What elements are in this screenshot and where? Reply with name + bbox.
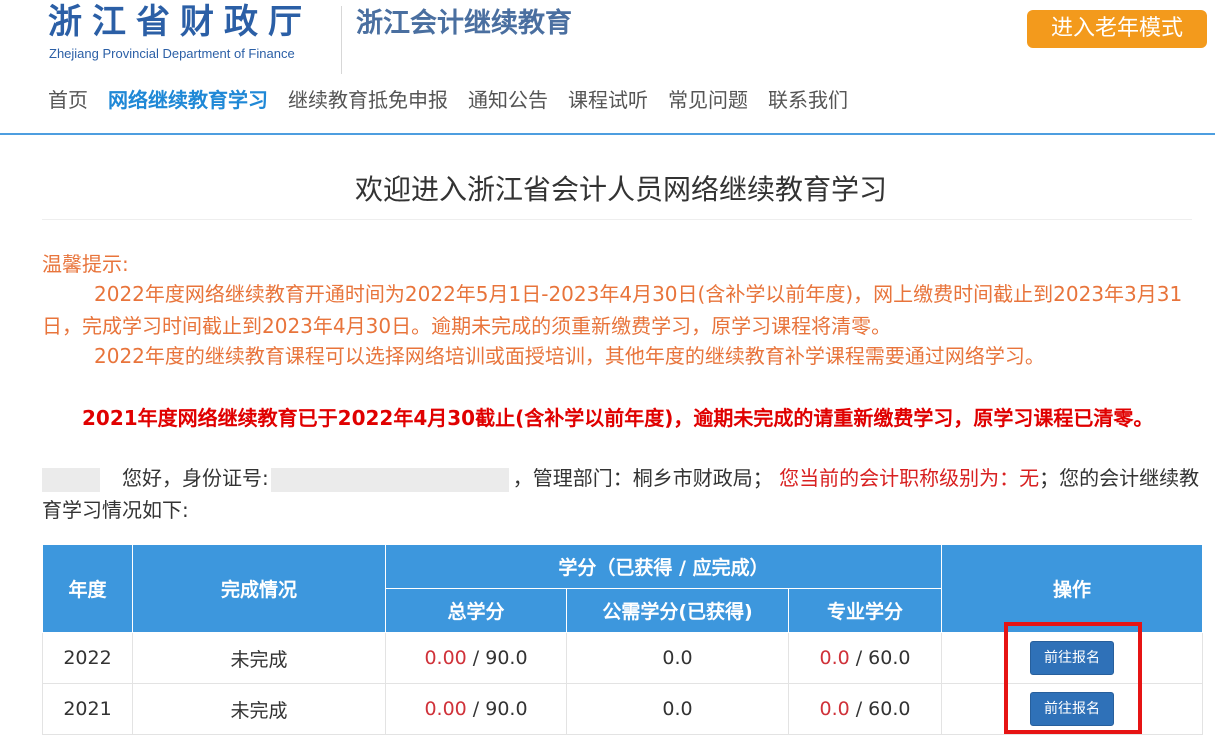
cell-status: 未完成 [132,683,386,735]
professional-required: / 60.0 [849,647,911,669]
site-title: 浙江会计继续教育 [356,8,572,39]
info-title-level: 您当前的会计职称级别为：无 [779,466,1040,490]
notice-label: 温馨提示: [42,252,129,276]
nav-item-credit-offset[interactable]: 继续教育抵免申报 [288,84,448,118]
professional-earned: 0.0 [819,647,850,669]
nav-item-home[interactable]: 首页 [48,84,88,118]
cell-public-credits: 0.0 [566,683,789,735]
cell-status: 未完成 [132,632,386,684]
header-action: 操作 [941,544,1203,633]
nav-item-course-preview[interactable]: 课程试听 [568,84,648,118]
header-public-credits: 公需学分(已获得) [566,588,789,633]
cell-year: 2021 [42,683,133,735]
total-earned: 0.00 [424,698,467,720]
info-department: ，管理部门：桐乡市财政局； [512,466,773,490]
user-info: 您好，身份证号: ，管理部门：桐乡市财政局； 您当前的会计职称级别为：无；您的会计… [42,462,1202,526]
total-earned: 0.00 [424,647,467,669]
header-status: 完成情况 [132,544,386,633]
header-total-credits: 总学分 [385,588,567,633]
info-greeting: 您好，身份证号: [122,466,269,490]
nav-item-notices[interactable]: 通知公告 [468,84,548,118]
professional-required: / 60.0 [849,698,911,720]
cell-professional-credits: 0.0 / 60.0 [788,683,942,735]
deadline-alert: 2021年度网络继续教育已于2022年4月30截止(含补学以前年度)，逾期未完成… [82,406,1154,430]
redacted-name [42,467,100,492]
nav-underline [0,133,1215,135]
cell-total-credits: 0.00 / 90.0 [385,683,567,735]
title-divider [42,219,1192,220]
notice-paragraph-1: 2022年度网络继续教育开通时间为2022年5月1日-2023年4月30日(含补… [42,282,1183,338]
notice-paragraph-2: 2022年度的继续教育课程可以选择网络培训或面授培训，其他年度的继续教育补学课程… [94,344,1045,368]
logo-title[interactable]: 浙江省财政厅 [48,2,312,42]
cell-public-credits: 0.0 [566,632,789,684]
nav-item-contact[interactable]: 联系我们 [768,84,848,118]
annotation-highlight-box [1004,622,1142,734]
redacted-id-number [270,467,509,492]
header-credits-group: 学分（已获得 / 应完成） [385,544,942,589]
cell-professional-credits: 0.0 / 60.0 [788,632,942,684]
page-title: 欢迎进入浙江省会计人员网络继续教育学习 [354,173,887,206]
cell-total-credits: 0.00 / 90.0 [385,632,567,684]
header-divider [341,6,342,74]
professional-earned: 0.0 [819,698,850,720]
header-professional-credits: 专业学分 [788,588,942,633]
nav-item-online-learning[interactable]: 网络继续教育学习 [108,84,268,118]
total-required: / 90.0 [466,647,528,669]
nav-item-faq[interactable]: 常见问题 [668,84,748,118]
main-nav: 首页 网络继续教育学习 继续教育抵免申报 通知公告 课程试听 常见问题 联系我们 [48,84,868,118]
header-year: 年度 [42,544,133,633]
cell-year: 2022 [42,632,133,684]
total-required: / 90.0 [466,698,528,720]
elder-mode-button[interactable]: 进入老年模式 [1027,10,1207,48]
logo-subtitle: Zhejiang Provincial Department of Financ… [49,46,295,61]
